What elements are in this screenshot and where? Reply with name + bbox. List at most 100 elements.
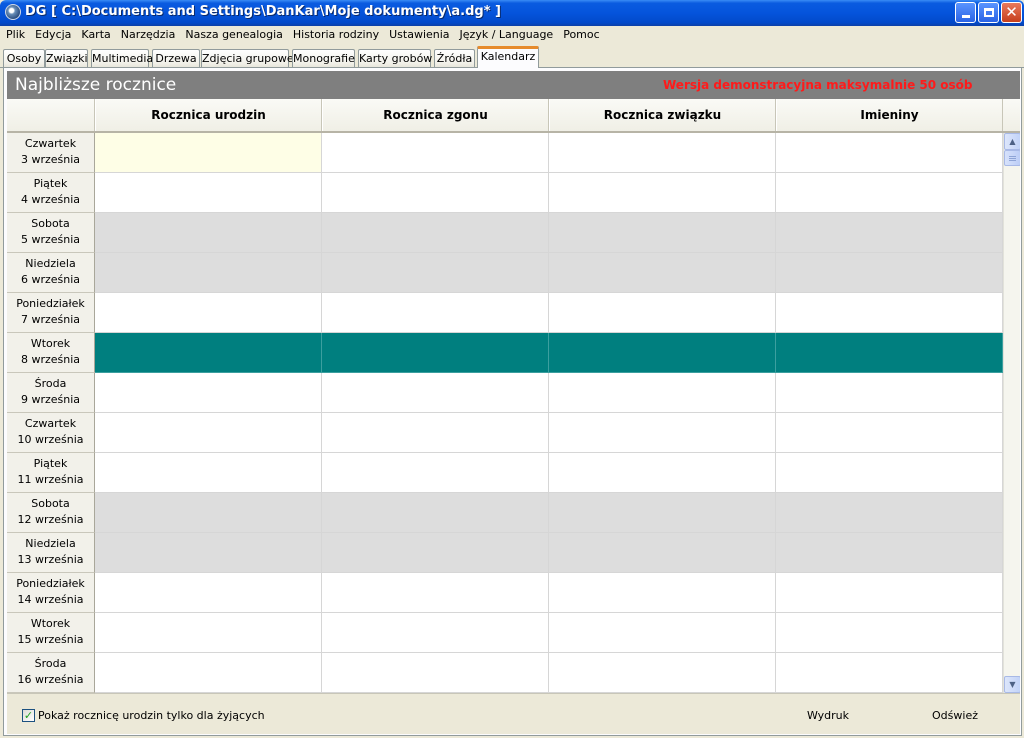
- menu-item[interactable]: Ustawienia: [384, 26, 454, 44]
- column-header[interactable]: Rocznica zgonu: [322, 99, 549, 131]
- menu-item[interactable]: Plik: [1, 26, 30, 44]
- grid-cell[interactable]: [95, 333, 322, 373]
- tab-związki[interactable]: Związki: [45, 49, 88, 68]
- scroll-down-button[interactable]: ▼: [1004, 676, 1020, 693]
- calendar-row: Czwartek 10 września: [7, 413, 1003, 453]
- grid-cell[interactable]: [95, 213, 322, 253]
- close-button[interactable]: ✕: [1001, 2, 1022, 23]
- grid-cell[interactable]: [549, 653, 776, 693]
- grid-cell[interactable]: [95, 533, 322, 573]
- print-button[interactable]: Wydruk: [788, 704, 868, 727]
- grid-cell[interactable]: [776, 413, 1003, 453]
- grid-cell[interactable]: [95, 573, 322, 613]
- grid-cell[interactable]: [776, 533, 1003, 573]
- grid-cell[interactable]: [95, 453, 322, 493]
- column-header[interactable]: Rocznica związku: [549, 99, 776, 131]
- grid-cell[interactable]: [549, 573, 776, 613]
- grid-cell[interactable]: [95, 413, 322, 453]
- grid-cell[interactable]: [776, 133, 1003, 173]
- menu-item[interactable]: Narzędzia: [116, 26, 181, 44]
- calendar-row: Sobota 12 września: [7, 493, 1003, 533]
- grid-cell[interactable]: [776, 573, 1003, 613]
- grid-cell[interactable]: [776, 213, 1003, 253]
- menu-item[interactable]: Nasza genealogia: [180, 26, 288, 44]
- living-only-label[interactable]: Pokaż rocznicę urodzin tylko dla żyjącyc…: [38, 709, 265, 722]
- grid-cell[interactable]: [95, 173, 322, 213]
- column-header[interactable]: Rocznica urodzin: [95, 99, 322, 131]
- grid-cell[interactable]: [776, 493, 1003, 533]
- grid-cell[interactable]: [549, 373, 776, 413]
- title-bar[interactable]: DG [ C:\Documents and Settings\DanKar\Mo…: [0, 0, 1024, 26]
- anniversary-grid[interactable]: Rocznica urodzin Rocznica zgonu Rocznica z…: [7, 99, 1020, 693]
- grid-cell[interactable]: [549, 253, 776, 293]
- grid-cell[interactable]: [322, 613, 549, 653]
- grid-cell[interactable]: [776, 173, 1003, 213]
- grid-cell[interactable]: [776, 333, 1003, 373]
- tab-zdjęcia-grupowe[interactable]: Zdjęcia grupowe: [201, 49, 294, 68]
- grid-cell[interactable]: [776, 253, 1003, 293]
- menu-item[interactable]: Karta: [76, 26, 115, 44]
- grid-cell[interactable]: [549, 493, 776, 533]
- grid-cell[interactable]: [776, 653, 1003, 693]
- tab-kalendarz[interactable]: Kalendarz: [477, 46, 539, 68]
- grid-cell[interactable]: [322, 493, 549, 533]
- grid-cell[interactable]: [322, 333, 549, 373]
- minimize-button[interactable]: [955, 2, 976, 23]
- scroll-up-button[interactable]: ▲: [1004, 133, 1020, 150]
- grid-cell[interactable]: [95, 373, 322, 413]
- grid-cell[interactable]: [95, 133, 322, 173]
- grid-cell[interactable]: [95, 493, 322, 533]
- grid-cell[interactable]: [322, 173, 549, 213]
- grid-cell[interactable]: [95, 253, 322, 293]
- grid-cell[interactable]: [549, 293, 776, 333]
- tab-multimedia[interactable]: Multimedia: [91, 49, 153, 68]
- grid-cell[interactable]: [776, 453, 1003, 493]
- date-label: 4 września: [20, 193, 81, 206]
- row-date-header: Środa 9 września: [7, 373, 95, 413]
- grid-cell[interactable]: [549, 133, 776, 173]
- restore-button[interactable]: [978, 2, 999, 23]
- menu-item[interactable]: Język / Language: [455, 26, 559, 44]
- grid-cell[interactable]: [322, 653, 549, 693]
- grid-cell[interactable]: [95, 613, 322, 653]
- menu-item[interactable]: Pomoc: [558, 26, 604, 44]
- grid-cell[interactable]: [549, 213, 776, 253]
- grid-cell[interactable]: [549, 533, 776, 573]
- tab-drzewa[interactable]: Drzewa: [152, 49, 200, 68]
- menu-item[interactable]: Edycja: [30, 26, 76, 44]
- living-only-checkbox[interactable]: ✓: [22, 709, 35, 722]
- grid-cell[interactable]: [322, 133, 549, 173]
- refresh-button[interactable]: Odśwież: [915, 704, 995, 727]
- grid-cell[interactable]: [322, 413, 549, 453]
- grid-cell[interactable]: [322, 453, 549, 493]
- grid-cell[interactable]: [549, 173, 776, 213]
- grid-cell[interactable]: [322, 293, 549, 333]
- grip-line: [1009, 158, 1016, 159]
- tab-źródła[interactable]: Źródła: [434, 49, 475, 68]
- column-header[interactable]: Imieniny: [776, 99, 1003, 131]
- grid-cell[interactable]: [95, 653, 322, 693]
- footer-bar: ✓ Pokaż rocznicę urodzin tylko dla żyjąc…: [7, 693, 1020, 734]
- tab-osoby[interactable]: Osoby: [3, 49, 45, 68]
- genealogy-app-icon[interactable]: [5, 4, 21, 20]
- grid-cell[interactable]: [776, 293, 1003, 333]
- menu-item[interactable]: Historia rodziny: [288, 26, 384, 44]
- demo-notice: Wersja demonstracyjna maksymalnie 50 osó…: [663, 78, 973, 92]
- grid-cell[interactable]: [549, 453, 776, 493]
- grid-cell[interactable]: [549, 333, 776, 373]
- grid-cell[interactable]: [95, 293, 322, 333]
- grid-cell[interactable]: [776, 613, 1003, 653]
- grid-cell[interactable]: [322, 373, 549, 413]
- tab-karty-grobów[interactable]: Karty grobów: [358, 49, 432, 68]
- vertical-scrollbar[interactable]: ▲ ▼: [1003, 133, 1020, 693]
- grid-cell[interactable]: [549, 413, 776, 453]
- grid-cell[interactable]: [322, 213, 549, 253]
- calendar-row: Niedziela 6 września: [7, 253, 1003, 293]
- grid-cell[interactable]: [776, 373, 1003, 413]
- tab-monografie[interactable]: Monografie: [292, 49, 355, 68]
- grid-cell[interactable]: [322, 253, 549, 293]
- scroll-thumb[interactable]: [1004, 150, 1020, 166]
- grid-cell[interactable]: [549, 613, 776, 653]
- grid-cell[interactable]: [322, 573, 549, 613]
- grid-cell[interactable]: [322, 533, 549, 573]
